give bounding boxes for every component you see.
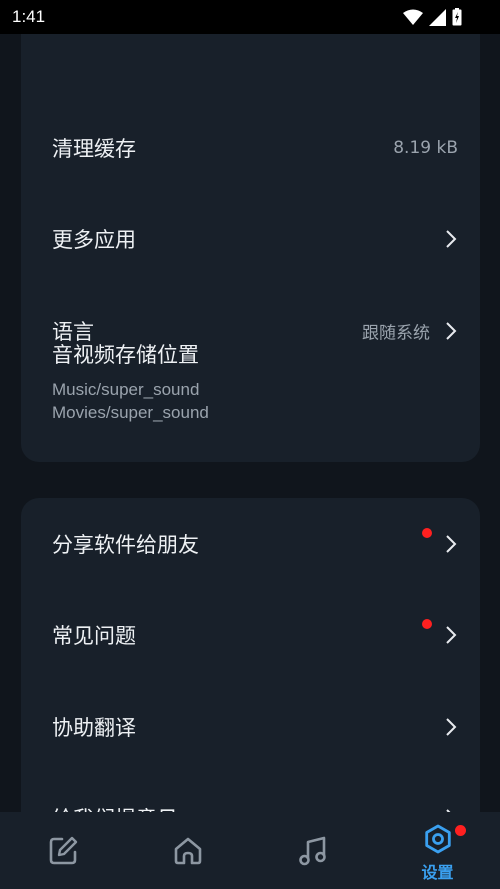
notification-badge — [422, 528, 432, 538]
status-icons — [403, 8, 462, 26]
faq-label: 常见问题 — [52, 624, 136, 648]
nav-music[interactable] — [250, 812, 375, 889]
clear-cache-label: 清理缓存 — [52, 137, 136, 161]
chevron-right-icon — [446, 718, 457, 736]
chevron-right-icon — [446, 230, 457, 248]
more-apps-label: 更多应用 — [52, 228, 136, 252]
faq-row[interactable]: 常见问题 — [21, 605, 480, 665]
nav-settings[interactable]: 设置 — [375, 812, 500, 889]
bottom-navigation: 设置 — [0, 812, 500, 889]
music-note-icon — [298, 836, 326, 866]
nav-edit[interactable] — [0, 812, 125, 889]
notification-badge — [455, 825, 466, 836]
share-app-row[interactable]: 分享软件给朋友 — [21, 514, 480, 574]
clear-cache-row[interactable]: 清理缓存 8.19 kB — [21, 118, 480, 178]
language-value: 跟随系统 — [362, 323, 430, 344]
share-app-label: 分享软件给朋友 — [52, 533, 199, 557]
battery-charging-icon — [452, 8, 462, 26]
chevron-right-icon — [446, 626, 457, 644]
help-translate-row[interactable]: 协助翻译 — [21, 697, 480, 757]
feedback-row[interactable]: 给我们提意见 — [21, 788, 480, 812]
cellular-signal-icon — [429, 8, 446, 26]
feedback-label: 给我们提意见 — [52, 803, 178, 812]
notification-badge — [422, 619, 432, 629]
status-time: 1:41 — [12, 7, 46, 26]
settings-card-more: 分享软件给朋友 常见问题 协助翻译 给我们提意见 — [21, 498, 480, 812]
movies-path: Movies/super_sound — [52, 403, 209, 422]
settings-hexagon-icon — [424, 824, 451, 854]
nav-home[interactable] — [125, 812, 250, 889]
edit-icon — [49, 836, 77, 865]
status-bar: 1:41 — [0, 0, 500, 34]
help-translate-label: 协助翻译 — [52, 716, 136, 740]
more-apps-row[interactable]: 更多应用 — [21, 209, 480, 269]
settings-card-general: 清理缓存 8.19 kB 更多应用 语言 跟随系统 音视频存储位置 Music/… — [21, 34, 480, 462]
music-path: Music/super_sound — [52, 380, 200, 399]
wifi-icon — [403, 9, 423, 25]
chevron-right-icon — [446, 535, 457, 553]
home-icon — [174, 837, 201, 865]
chevron-right-icon — [446, 322, 457, 340]
cache-size-value: 8.19 kB — [393, 138, 458, 158]
settings-content[interactable]: 清理缓存 8.19 kB 更多应用 语言 跟随系统 音视频存储位置 Music/… — [0, 34, 500, 812]
storage-location-label: 音视频存储位置 — [52, 343, 199, 367]
nav-settings-label: 设置 — [421, 863, 454, 882]
